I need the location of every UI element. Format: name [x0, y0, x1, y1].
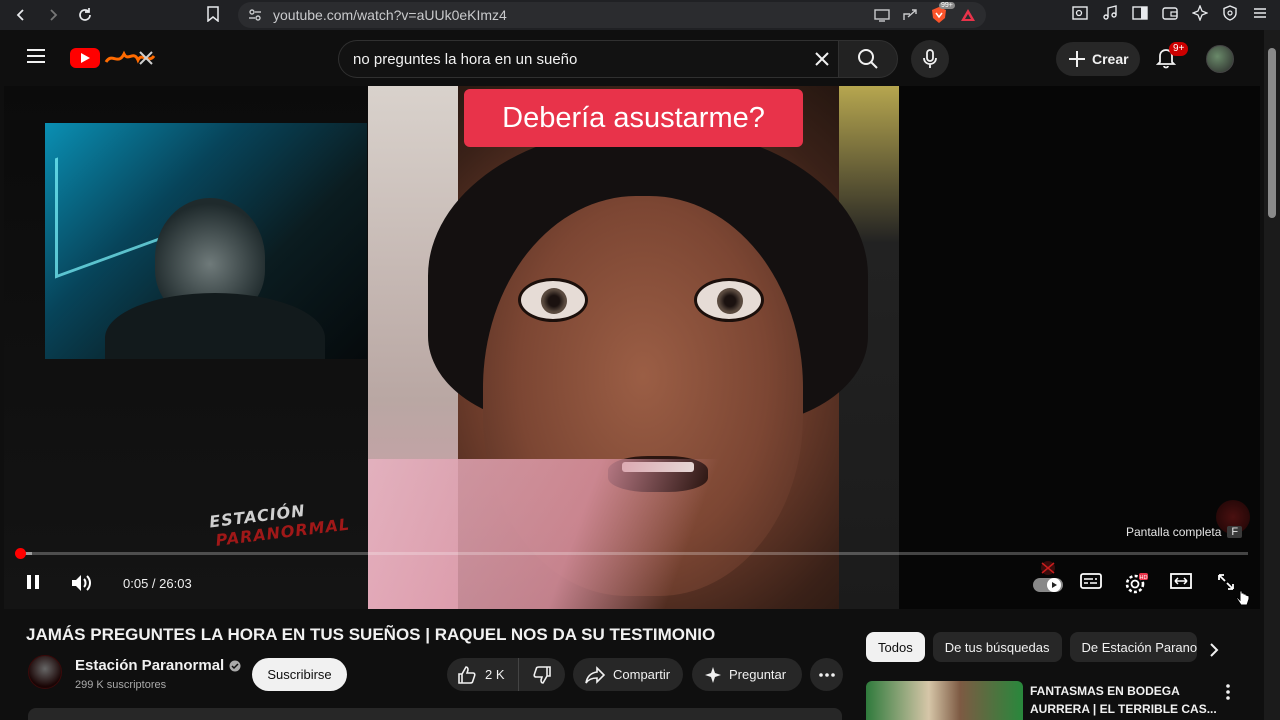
subscribe-button[interactable]: Suscribirse — [252, 658, 347, 691]
reload-icon[interactable] — [76, 6, 94, 24]
bookmark-icon[interactable] — [206, 6, 220, 22]
chip-from-searches[interactable]: De tus búsquedas — [932, 632, 1062, 662]
search-query[interactable]: no preguntes la hora en un sueño — [353, 51, 577, 68]
reader-mode-icon[interactable] — [1072, 5, 1088, 21]
fullscreen-shortcut-key: F — [1227, 526, 1243, 538]
ask-label: Preguntar — [729, 667, 787, 682]
fullscreen-tooltip: Pantalla completa F — [1126, 525, 1243, 539]
back-icon[interactable] — [12, 6, 30, 24]
microphone-icon — [922, 49, 938, 69]
pause-icon[interactable] — [24, 572, 42, 592]
youtube-header: no preguntes la hora en un sueño Crear 9… — [0, 30, 1264, 86]
fullscreen-icon[interactable] — [1216, 572, 1236, 592]
search-input[interactable]: no preguntes la hora en un sueño — [338, 40, 838, 78]
brave-shields-icon[interactable]: 99+ — [930, 2, 955, 24]
channel-name[interactable]: Estación Paranormal — [75, 657, 241, 674]
share-arrow-icon — [584, 665, 606, 684]
browser-menu-icon[interactable] — [1252, 5, 1268, 21]
ask-button[interactable]: Preguntar — [692, 658, 802, 691]
share-button[interactable]: Compartir — [573, 658, 683, 691]
search-icon — [857, 48, 879, 70]
media-icon[interactable] — [1102, 5, 1118, 21]
channel-name-text[interactable]: Estación Paranormal — [75, 657, 224, 674]
more-horizontal-icon — [818, 672, 835, 677]
description-box[interactable] — [28, 708, 842, 720]
left-eye — [518, 278, 588, 322]
leo-ai-icon[interactable] — [1192, 5, 1208, 21]
verified-icon — [229, 660, 241, 672]
address-bar[interactable]: youtube.com/watch?v=aUUk0eKImz4 99+ — [238, 2, 986, 28]
hand-cursor-icon — [1236, 590, 1250, 608]
youtube-logo[interactable] — [70, 48, 156, 68]
channel-watermark-text: ESTACIÓN PARANORMAL — [208, 496, 351, 551]
doodle-flames-icon — [104, 50, 156, 65]
forward-icon[interactable] — [44, 6, 62, 24]
share-page-icon[interactable] — [902, 8, 918, 22]
like-dislike-group: 2 K — [447, 658, 565, 691]
quality-badge: HD — [1140, 575, 1148, 581]
video-center-frame: Debería asustarme? — [368, 86, 899, 609]
site-settings-icon[interactable] — [248, 8, 262, 22]
subtitles-icon[interactable] — [1080, 572, 1102, 590]
more-actions-button[interactable] — [810, 658, 843, 691]
cast-icon[interactable] — [874, 8, 890, 22]
guide-menu-icon[interactable] — [26, 48, 46, 64]
sparkle-icon — [704, 666, 722, 684]
current-time: 0:05 — [123, 576, 149, 591]
scrollbar-thumb[interactable] — [1268, 48, 1276, 218]
right-eye — [694, 278, 764, 322]
dislike-button[interactable] — [519, 665, 565, 685]
shields-badge: 99+ — [939, 2, 955, 9]
video-caption: Debería asustarme? — [464, 89, 803, 147]
autoplay-toggle-icon[interactable] — [1030, 560, 1066, 594]
duration: 26:03 — [159, 576, 192, 591]
chip-all[interactable]: Todos — [866, 632, 925, 662]
recommendation-title[interactable]: FANTASMAS EN BODEGA AURRERA | EL TERRIBL… — [1030, 682, 1220, 718]
youtube-play-icon — [70, 48, 100, 68]
vpn-shield-icon[interactable] — [1222, 5, 1238, 21]
account-avatar[interactable] — [1206, 45, 1234, 73]
subscriber-count: 299 K suscriptores — [75, 679, 167, 691]
notifications-button[interactable]: 9+ — [1156, 42, 1189, 69]
create-label: Crear — [1092, 51, 1129, 67]
search-button[interactable] — [838, 40, 898, 78]
sidebar-toggle-icon[interactable] — [1132, 5, 1148, 21]
chevron-right-icon[interactable] — [1208, 642, 1220, 658]
notifications-badge: 9+ — [1169, 42, 1189, 56]
webcam-overlay — [45, 123, 367, 359]
create-button[interactable]: Crear — [1056, 42, 1140, 76]
recommendation-chips: Todos De tus búsquedas De Estación Paran… — [866, 632, 1197, 662]
page-scrollbar[interactable] — [1264, 30, 1280, 720]
video-left-panel: ESTACIÓN PARANORMAL — [4, 86, 368, 609]
volume-icon[interactable] — [70, 572, 94, 594]
channel-avatar[interactable] — [28, 655, 62, 689]
like-button[interactable]: 2 K — [447, 658, 519, 691]
recommendation-thumbnail[interactable] — [866, 681, 1023, 720]
time-separator: / — [148, 576, 160, 591]
theater-mode-icon[interactable] — [1170, 572, 1192, 590]
scrubber-knob[interactable] — [14, 548, 26, 559]
url-text[interactable]: youtube.com/watch?v=aUUk0eKImz4 — [273, 7, 507, 23]
clear-search-icon[interactable] — [812, 49, 832, 69]
chip-from-channel[interactable]: De Estación Paranormal — [1069, 632, 1197, 662]
plus-icon — [1068, 50, 1086, 68]
like-count: 2 K — [485, 667, 505, 682]
thumbs-down-icon — [532, 665, 552, 685]
player-controls: 0:05 / 26:03 HD — [4, 561, 1260, 602]
progress-bar[interactable] — [14, 548, 1248, 559]
browser-toolbar: youtube.com/watch?v=aUUk0eKImz4 99+ — [0, 0, 1280, 30]
thumbs-up-icon — [457, 665, 477, 685]
video-player[interactable]: ESTACIÓN PARANORMAL Debería asustarme? P… — [4, 86, 1260, 609]
time-display: 0:05 / 26:03 — [123, 576, 192, 591]
share-label: Compartir — [613, 667, 671, 682]
wallet-icon[interactable] — [1162, 5, 1178, 21]
settings-gear-icon[interactable]: HD — [1124, 572, 1148, 594]
voice-search-button[interactable] — [911, 40, 949, 78]
rewards-icon[interactable] — [960, 7, 976, 23]
fullscreen-tooltip-text: Pantalla completa — [1126, 525, 1222, 539]
more-vertical-icon[interactable] — [1226, 684, 1230, 700]
video-title: JAMÁS PREGUNTES LA HORA EN TUS SUEÑOS | … — [26, 625, 716, 644]
